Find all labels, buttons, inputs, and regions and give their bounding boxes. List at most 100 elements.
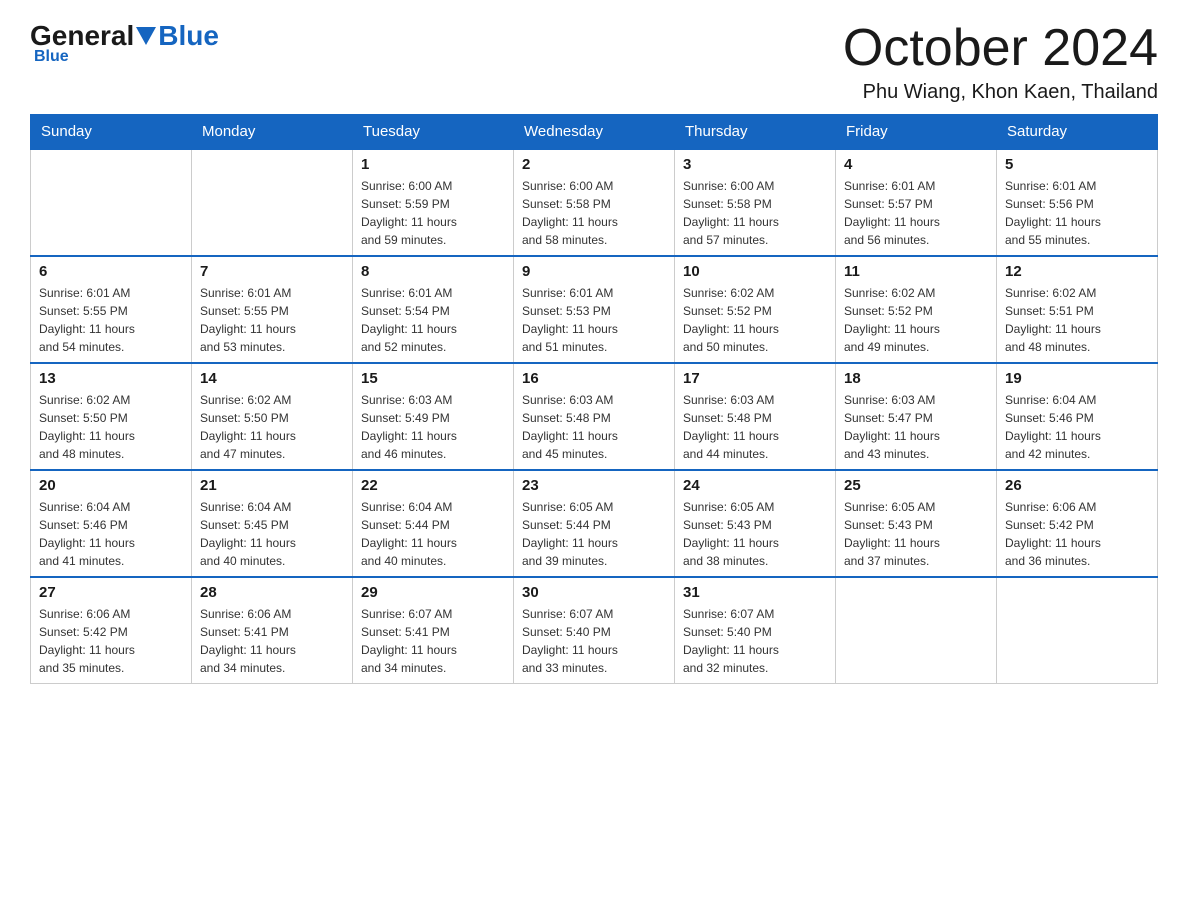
calendar-header-friday: Friday: [836, 115, 997, 150]
logo: General Blue Blue: [30, 20, 219, 66]
calendar-cell: 17 Sunrise: 6:03 AM Sunset: 5:48 PM Dayli…: [675, 363, 836, 470]
logo-blue-text: Blue: [158, 20, 219, 52]
logo-underline: Blue: [34, 48, 69, 66]
day-info: Sunrise: 6:04 AM Sunset: 5:46 PM Dayligh…: [39, 498, 183, 570]
day-number: 10: [683, 263, 827, 280]
day-info: Sunrise: 6:07 AM Sunset: 5:40 PM Dayligh…: [683, 605, 827, 677]
calendar-cell: 19 Sunrise: 6:04 AM Sunset: 5:46 PM Dayli…: [997, 363, 1158, 470]
day-number: 3: [683, 156, 827, 173]
calendar-week-5: 27Sunrise: 6:06 AM Sunset: 5:42 PM Dayli…: [31, 577, 1158, 684]
day-number: 14: [200, 370, 344, 387]
page-header: General Blue Blue October 2024 Phu Wiang…: [30, 20, 1158, 104]
day-number: 22: [361, 477, 505, 494]
day-info: Sunrise: 6:05 AM Sunset: 5:44 PM Dayligh…: [522, 498, 666, 570]
day-number: 31: [683, 584, 827, 601]
day-number: 25: [844, 477, 988, 494]
day-number: 5: [1005, 156, 1149, 173]
day-info: Sunrise: 6:00 AM Sunset: 5:58 PM Dayligh…: [683, 177, 827, 249]
day-number: 16: [522, 370, 666, 387]
day-number: 26: [1005, 477, 1149, 494]
day-info: Sunrise: 6:02 AM Sunset: 5:51 PM Dayligh…: [1005, 284, 1149, 356]
day-number: 21: [200, 477, 344, 494]
day-info: Sunrise: 6:00 AM Sunset: 5:58 PM Dayligh…: [522, 177, 666, 249]
calendar-cell: 29 Sunrise: 6:07 AM Sunset: 5:41 PM Dayli…: [353, 577, 514, 684]
day-number: 4: [844, 156, 988, 173]
day-number: 24: [683, 477, 827, 494]
title-area: October 2024 Phu Wiang, Khon Kaen, Thail…: [843, 20, 1158, 104]
day-number: 20: [39, 477, 183, 494]
day-info: Sunrise: 6:07 AM Sunset: 5:41 PM Dayligh…: [361, 605, 505, 677]
calendar-cell: 27Sunrise: 6:06 AM Sunset: 5:42 PM Dayli…: [31, 577, 192, 684]
calendar-cell: 7Sunrise: 6:01 AM Sunset: 5:55 PM Daylig…: [192, 256, 353, 363]
day-info: Sunrise: 6:02 AM Sunset: 5:50 PM Dayligh…: [200, 391, 344, 463]
day-number: 6: [39, 263, 183, 280]
day-info: Sunrise: 6:01 AM Sunset: 5:55 PM Dayligh…: [39, 284, 183, 356]
day-number: 29: [361, 584, 505, 601]
calendar-cell: [997, 577, 1158, 684]
calendar-header-row: SundayMondayTuesdayWednesdayThursdayFrid…: [31, 115, 1158, 150]
calendar-cell: 9Sunrise: 6:01 AM Sunset: 5:53 PM Daylig…: [514, 256, 675, 363]
page-title: October 2024: [843, 20, 1158, 77]
calendar-header-monday: Monday: [192, 115, 353, 150]
calendar-header-sunday: Sunday: [31, 115, 192, 150]
calendar-cell: 12Sunrise: 6:02 AM Sunset: 5:51 PM Dayli…: [997, 256, 1158, 363]
day-info: Sunrise: 6:03 AM Sunset: 5:49 PM Dayligh…: [361, 391, 505, 463]
day-number: 28: [200, 584, 344, 601]
calendar-week-2: 6 Sunrise: 6:01 AM Sunset: 5:55 PM Daylig…: [31, 256, 1158, 363]
calendar-cell: 26 Sunrise: 6:06 AM Sunset: 5:42 PM Dayli…: [997, 470, 1158, 577]
calendar-cell: 16 Sunrise: 6:03 AM Sunset: 5:48 PM Dayli…: [514, 363, 675, 470]
calendar-header-tuesday: Tuesday: [353, 115, 514, 150]
calendar-cell: 28Sunrise: 6:06 AM Sunset: 5:41 PM Dayli…: [192, 577, 353, 684]
calendar-cell: [31, 149, 192, 256]
page-subtitle: Phu Wiang, Khon Kaen, Thailand: [843, 81, 1158, 104]
day-info: Sunrise: 6:05 AM Sunset: 5:43 PM Dayligh…: [844, 498, 988, 570]
calendar-header-wednesday: Wednesday: [514, 115, 675, 150]
calendar-cell: 18 Sunrise: 6:03 AM Sunset: 5:47 PM Dayli…: [836, 363, 997, 470]
day-number: 2: [522, 156, 666, 173]
calendar-cell: 23 Sunrise: 6:05 AM Sunset: 5:44 PM Dayli…: [514, 470, 675, 577]
day-number: 11: [844, 263, 988, 280]
day-info: Sunrise: 6:04 AM Sunset: 5:44 PM Dayligh…: [361, 498, 505, 570]
day-info: Sunrise: 6:01 AM Sunset: 5:53 PM Dayligh…: [522, 284, 666, 356]
day-info: Sunrise: 6:02 AM Sunset: 5:52 PM Dayligh…: [683, 284, 827, 356]
day-info: Sunrise: 6:05 AM Sunset: 5:43 PM Dayligh…: [683, 498, 827, 570]
day-number: 8: [361, 263, 505, 280]
day-info: Sunrise: 6:01 AM Sunset: 5:54 PM Dayligh…: [361, 284, 505, 356]
day-info: Sunrise: 6:01 AM Sunset: 5:55 PM Dayligh…: [200, 284, 344, 356]
day-info: Sunrise: 6:06 AM Sunset: 5:42 PM Dayligh…: [39, 605, 183, 677]
day-info: Sunrise: 6:00 AM Sunset: 5:59 PM Dayligh…: [361, 177, 505, 249]
day-info: Sunrise: 6:03 AM Sunset: 5:47 PM Dayligh…: [844, 391, 988, 463]
day-number: 1: [361, 156, 505, 173]
logo-triangle-icon: [136, 27, 156, 45]
calendar-cell: 4Sunrise: 6:01 AM Sunset: 5:57 PM Daylig…: [836, 149, 997, 256]
day-info: Sunrise: 6:04 AM Sunset: 5:46 PM Dayligh…: [1005, 391, 1149, 463]
calendar-cell: 2 Sunrise: 6:00 AM Sunset: 5:58 PM Daylig…: [514, 149, 675, 256]
calendar-cell: 31 Sunrise: 6:07 AM Sunset: 5:40 PM Dayli…: [675, 577, 836, 684]
day-number: 17: [683, 370, 827, 387]
day-number: 15: [361, 370, 505, 387]
calendar-header-saturday: Saturday: [997, 115, 1158, 150]
day-number: 23: [522, 477, 666, 494]
day-info: Sunrise: 6:02 AM Sunset: 5:52 PM Dayligh…: [844, 284, 988, 356]
calendar-cell: 13Sunrise: 6:02 AM Sunset: 5:50 PM Dayli…: [31, 363, 192, 470]
calendar-cell: [836, 577, 997, 684]
day-number: 18: [844, 370, 988, 387]
calendar-cell: 11 Sunrise: 6:02 AM Sunset: 5:52 PM Dayli…: [836, 256, 997, 363]
calendar-cell: 25 Sunrise: 6:05 AM Sunset: 5:43 PM Dayli…: [836, 470, 997, 577]
calendar-cell: 3 Sunrise: 6:00 AM Sunset: 5:58 PM Daylig…: [675, 149, 836, 256]
calendar-cell: 6 Sunrise: 6:01 AM Sunset: 5:55 PM Daylig…: [31, 256, 192, 363]
day-info: Sunrise: 6:03 AM Sunset: 5:48 PM Dayligh…: [683, 391, 827, 463]
day-number: 19: [1005, 370, 1149, 387]
calendar-cell: 14 Sunrise: 6:02 AM Sunset: 5:50 PM Dayli…: [192, 363, 353, 470]
day-info: Sunrise: 6:06 AM Sunset: 5:42 PM Dayligh…: [1005, 498, 1149, 570]
calendar-cell: 1 Sunrise: 6:00 AM Sunset: 5:59 PM Daylig…: [353, 149, 514, 256]
calendar-cell: 24 Sunrise: 6:05 AM Sunset: 5:43 PM Dayli…: [675, 470, 836, 577]
calendar-week-1: 1 Sunrise: 6:00 AM Sunset: 5:59 PM Daylig…: [31, 149, 1158, 256]
day-info: Sunrise: 6:04 AM Sunset: 5:45 PM Dayligh…: [200, 498, 344, 570]
day-info: Sunrise: 6:07 AM Sunset: 5:40 PM Dayligh…: [522, 605, 666, 677]
day-info: Sunrise: 6:02 AM Sunset: 5:50 PM Dayligh…: [39, 391, 183, 463]
day-info: Sunrise: 6:03 AM Sunset: 5:48 PM Dayligh…: [522, 391, 666, 463]
calendar-cell: 21 Sunrise: 6:04 AM Sunset: 5:45 PM Dayli…: [192, 470, 353, 577]
calendar-week-3: 13Sunrise: 6:02 AM Sunset: 5:50 PM Dayli…: [31, 363, 1158, 470]
calendar-cell: 15 Sunrise: 6:03 AM Sunset: 5:49 PM Dayli…: [353, 363, 514, 470]
